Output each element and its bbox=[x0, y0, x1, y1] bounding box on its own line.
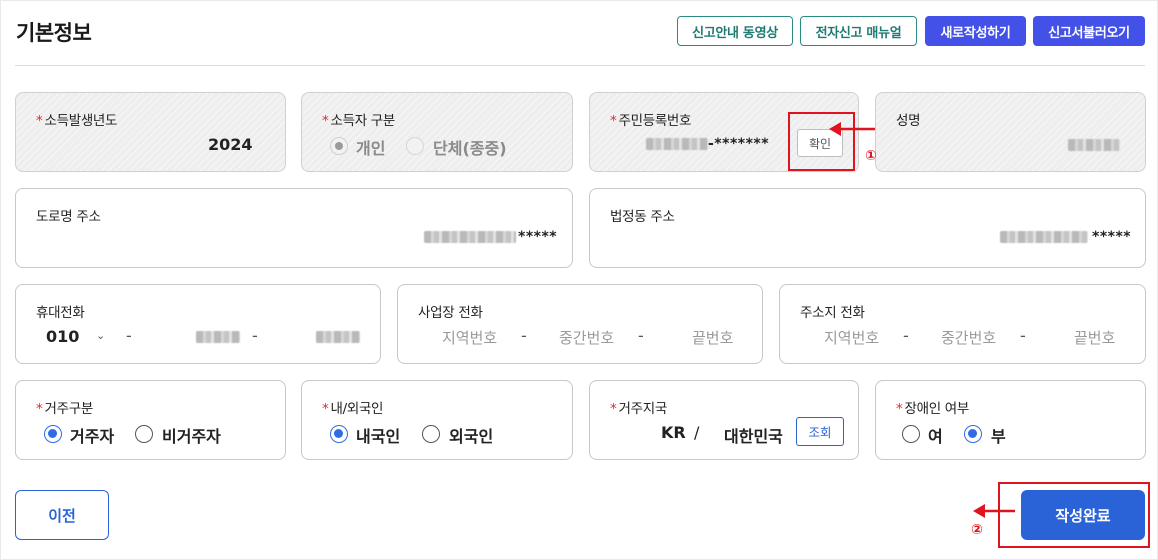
basic-info-panel: 기본정보 신고안내 동영상 전자신고 매뉴얼 새로작성하기 신고서불러오기 * 소… bbox=[0, 0, 1158, 560]
home-phone-label: 주소지 전화 bbox=[800, 305, 865, 321]
road-address-masked: ***** bbox=[518, 229, 558, 245]
radio-disabled-no[interactable] bbox=[964, 425, 982, 443]
marker-2: ② bbox=[971, 522, 983, 538]
arrow-right-icon bbox=[973, 504, 1015, 518]
home-phone-mid-input[interactable]: 중간번호 bbox=[941, 327, 996, 348]
radio-foreign[interactable] bbox=[422, 425, 440, 443]
rrn-front-redacted bbox=[646, 138, 708, 150]
video-guide-button[interactable]: 신고안내 동영상 bbox=[677, 16, 793, 46]
manual-button[interactable]: 전자신고 매뉴얼 bbox=[800, 16, 917, 46]
lot-address-masked: ***** bbox=[1092, 229, 1132, 245]
mobile-middle-redacted[interactable] bbox=[196, 331, 240, 343]
radio-disabled-no-label: 부 bbox=[991, 427, 1006, 446]
income-type-card: * 소득자 구분 개인 단체(종중) bbox=[301, 92, 573, 172]
disability-label: * 장애인 여부 bbox=[896, 401, 970, 417]
mobile-phone-label: 휴대전화 bbox=[36, 305, 85, 321]
rrn-back-masked: -******* bbox=[708, 136, 770, 152]
work-phone-label: 사업장 전화 bbox=[418, 305, 483, 321]
radio-disabled-yes[interactable] bbox=[902, 425, 920, 443]
radio-group-label: 단체(종중) bbox=[433, 139, 507, 158]
chevron-down-icon[interactable]: ⌄ bbox=[96, 329, 105, 342]
disability-card: * 장애인 여부 여 부 bbox=[875, 380, 1146, 460]
income-year-card: * 소득발생년도 2024 bbox=[15, 92, 286, 172]
income-year-value: 2024 bbox=[208, 135, 253, 154]
page-title: 기본정보 bbox=[16, 21, 92, 45]
radio-resident-label: 거주자 bbox=[70, 427, 115, 446]
marker-1: ① bbox=[865, 148, 877, 164]
work-phone-area-input[interactable]: 지역번호 bbox=[442, 327, 497, 348]
home-phone-sep-2: - bbox=[1020, 326, 1026, 345]
road-address-redacted bbox=[424, 231, 516, 243]
radio-individual-label: 개인 bbox=[356, 139, 386, 158]
income-type-label: * 소득자 구분 bbox=[322, 113, 396, 129]
mobile-sep-1: - bbox=[126, 326, 132, 345]
road-address-label: 도로명 주소 bbox=[36, 209, 101, 225]
rrn-label: * 주민등록번호 bbox=[610, 113, 692, 129]
radio-individual[interactable] bbox=[330, 137, 348, 155]
residence-country-card: * 거주지국 KR / 대한민국 조회 bbox=[589, 380, 859, 460]
residence-label: * 거주구분 bbox=[36, 401, 93, 417]
work-phone-end-input[interactable]: 끝번호 bbox=[692, 327, 733, 348]
radio-nonresident[interactable] bbox=[135, 425, 153, 443]
work-phone-card: 사업장 전화 지역번호 - 중간번호 - 끝번호 bbox=[397, 284, 763, 364]
country-slash: / bbox=[694, 423, 700, 442]
radio-domestic[interactable] bbox=[330, 425, 348, 443]
country-code: KR bbox=[661, 423, 686, 442]
road-address-card: 도로명 주소 ***** bbox=[15, 188, 573, 268]
radio-group[interactable] bbox=[406, 137, 424, 155]
highlight-box-2 bbox=[998, 482, 1150, 548]
work-phone-sep-1: - bbox=[521, 326, 527, 345]
lot-address-label: 법정동 주소 bbox=[610, 209, 675, 225]
load-report-button[interactable]: 신고서불러오기 bbox=[1033, 16, 1145, 46]
home-phone-sep-1: - bbox=[903, 326, 909, 345]
header-divider bbox=[15, 65, 1145, 66]
name-label: 성명 bbox=[896, 113, 921, 129]
mobile-prefix-select[interactable]: 010 bbox=[46, 327, 79, 346]
home-phone-area-input[interactable]: 지역번호 bbox=[824, 327, 879, 348]
radio-resident[interactable] bbox=[44, 425, 62, 443]
name-card: 성명 bbox=[875, 92, 1146, 172]
lot-address-redacted bbox=[1000, 231, 1088, 243]
home-phone-card: 주소지 전화 지역번호 - 중간번호 - 끝번호 bbox=[779, 284, 1146, 364]
radio-disabled-yes-label: 여 bbox=[928, 427, 943, 446]
radio-domestic-label: 내국인 bbox=[356, 427, 401, 446]
work-phone-sep-2: - bbox=[638, 326, 644, 345]
mobile-phone-card: 휴대전화 010 ⌄ - - bbox=[15, 284, 381, 364]
name-redacted bbox=[1068, 139, 1120, 151]
arrow-left-icon bbox=[829, 122, 875, 136]
radio-foreign-label: 외국인 bbox=[449, 427, 494, 446]
country-lookup-button[interactable]: 조회 bbox=[796, 417, 844, 446]
mobile-sep-2: - bbox=[252, 326, 258, 345]
radio-nonresident-label: 비거주자 bbox=[162, 427, 221, 446]
home-phone-end-input[interactable]: 끝번호 bbox=[1074, 327, 1115, 348]
nationality-label: * 내/외국인 bbox=[322, 401, 384, 417]
lot-address-card: 법정동 주소 ***** bbox=[589, 188, 1146, 268]
income-year-label: * 소득발생년도 bbox=[36, 113, 118, 129]
new-write-button[interactable]: 새로작성하기 bbox=[925, 16, 1026, 46]
mobile-last-redacted[interactable] bbox=[316, 331, 360, 343]
prev-button[interactable]: 이전 bbox=[15, 490, 109, 540]
work-phone-mid-input[interactable]: 중간번호 bbox=[559, 327, 614, 348]
country-name: 대한민국 bbox=[724, 427, 783, 446]
residence-card: * 거주구분 거주자 비거주자 bbox=[15, 380, 286, 460]
nationality-card: * 내/외국인 내국인 외국인 bbox=[301, 380, 573, 460]
residence-country-label: * 거주지국 bbox=[610, 401, 667, 417]
